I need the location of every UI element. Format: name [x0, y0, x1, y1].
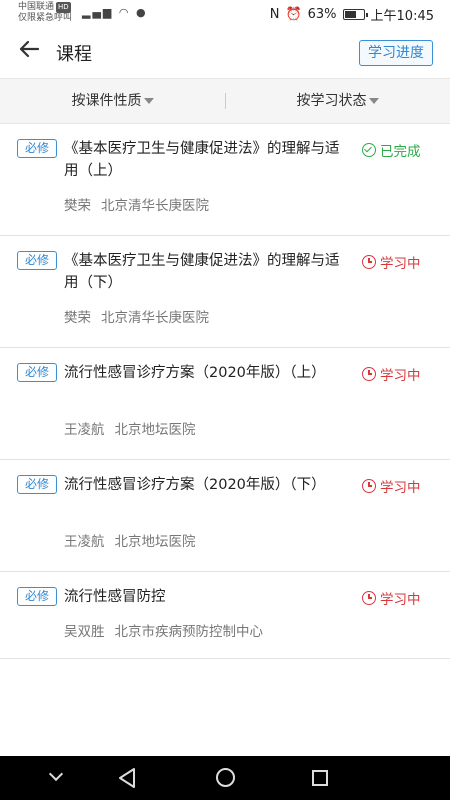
signal-icon: ▂▄▆ — [82, 6, 114, 19]
status-learning: 学习中 — [362, 476, 421, 496]
back-arrow-icon[interactable] — [14, 38, 44, 68]
status-learning: 学习中 — [362, 588, 421, 608]
course-item[interactable]: 必修 《基本医疗卫生与健康促进法》的理解与适用（上） 樊荣 北京清华长庚医院 已完… — [0, 124, 450, 236]
status-label: 学习中 — [380, 592, 421, 608]
filter-course-type-label: 按课件性质 — [71, 93, 142, 109]
required-badge: 必修 — [17, 475, 57, 494]
nav-home-icon[interactable] — [195, 756, 255, 800]
battery-icon — [342, 9, 368, 20]
hospital-name: 北京清华长庚医院 — [101, 198, 209, 214]
course-title: 《基本医疗卫生与健康促进法》的理解与适用（上） — [64, 141, 340, 179]
course-meta: 王凌航 北京地坛医院 — [64, 530, 196, 550]
course-title: 《基本医疗卫生与健康促进法》的理解与适用（下） — [64, 253, 340, 291]
hospital-name: 北京地坛医院 — [114, 534, 196, 550]
hospital-name: 北京清华长庚医院 — [101, 310, 209, 326]
nav-back-icon[interactable] — [97, 756, 157, 800]
course-item[interactable]: 必修 流行性感冒防控 吴双胜 北京市疾病预防控制中心 学习中 — [0, 572, 450, 659]
check-circle-icon — [362, 143, 376, 157]
clock-time: 上午10:45 — [370, 9, 434, 24]
nav-recent-apps-icon[interactable] — [290, 756, 350, 800]
hospital-name: 北京市疾病预防控制中心 — [114, 624, 264, 640]
course-title: 流行性感冒防控 — [64, 589, 166, 605]
filter-study-status-label: 按学习状态 — [296, 93, 367, 109]
required-badge: 必修 — [17, 587, 57, 606]
status-label: 学习中 — [380, 368, 421, 384]
course-meta: 樊荣 北京清华长庚医院 — [64, 194, 209, 214]
hd-badge: HD — [56, 2, 71, 13]
clock-icon — [362, 479, 376, 493]
hospital-name: 北京地坛医院 — [114, 422, 196, 438]
study-progress-button[interactable]: 学习进度 — [359, 40, 433, 66]
signal-icons: ▂▄▆ ◠ ● — [82, 6, 148, 19]
emergency-text: 仅限紧急呼叫 — [18, 13, 73, 23]
status-learning: 学习中 — [362, 364, 421, 384]
lecturer-name: 樊荣 — [64, 310, 91, 326]
status-completed: 已完成 — [362, 140, 421, 160]
course-list: 必修 《基本医疗卫生与健康促进法》的理解与适用（上） 樊荣 北京清华长庚医院 已完… — [0, 124, 450, 659]
course-meta: 王凌航 北京地坛医院 — [64, 418, 196, 438]
chevron-down-icon[interactable] — [26, 756, 86, 800]
caret-down-icon — [143, 98, 154, 104]
carrier-name: 中国联通 — [18, 2, 55, 12]
page-title: 课程 — [56, 44, 92, 65]
course-meta: 樊荣 北京清华长庚医院 — [64, 306, 209, 326]
required-badge: 必修 — [17, 251, 57, 270]
wifi-icon: ◠ — [118, 6, 131, 19]
status-label: 学习中 — [380, 256, 421, 272]
clock-icon — [362, 591, 376, 605]
lecturer-name: 王凌航 — [64, 422, 105, 438]
filter-course-type[interactable]: 按课件性质 — [0, 79, 225, 123]
lecturer-name: 吴双胜 — [64, 624, 105, 640]
status-learning: 学习中 — [362, 252, 421, 272]
caret-down-icon — [368, 98, 379, 104]
lecturer-name: 王凌航 — [64, 534, 105, 550]
filter-bar: 按课件性质 按学习状态 — [0, 78, 450, 124]
course-meta: 吴双胜 北京市疾病预防控制中心 — [64, 620, 263, 640]
filter-study-status[interactable]: 按学习状态 — [225, 79, 450, 123]
app-header: 课程 学习进度 — [0, 28, 450, 78]
status-bar: 中国联通 HD 仅限紧急呼叫 ▂▄▆ ◠ ● N ⏰ 63% 上午10:45 — [0, 0, 450, 28]
required-badge: 必修 — [17, 139, 57, 158]
alarm-icon: ⏰ — [285, 7, 302, 22]
status-label: 学习中 — [380, 480, 421, 496]
nfc-icon: N — [269, 7, 280, 22]
clock-icon — [362, 255, 376, 269]
message-icon: ● — [136, 6, 148, 19]
status-right: N ⏰ 63% 上午10:45 — [270, 5, 434, 24]
course-title: 流行性感冒诊疗方案（2020年版）（下） — [64, 477, 326, 493]
course-title: 流行性感冒诊疗方案（2020年版）（上） — [64, 365, 326, 381]
status-label: 已完成 — [380, 144, 421, 160]
course-item[interactable]: 必修 流行性感冒诊疗方案（2020年版）（上） 王凌航 北京地坛医院 学习中 — [0, 348, 450, 460]
clock-icon — [362, 367, 376, 381]
lecturer-name: 樊荣 — [64, 198, 91, 214]
system-nav-bar — [0, 756, 450, 800]
battery-percent: 63% — [307, 7, 337, 22]
required-badge: 必修 — [17, 363, 57, 382]
course-item[interactable]: 必修 流行性感冒诊疗方案（2020年版）（下） 王凌航 北京地坛医院 学习中 — [0, 460, 450, 572]
course-item[interactable]: 必修 《基本医疗卫生与健康促进法》的理解与适用（下） 樊荣 北京清华长庚医院 学习… — [0, 236, 450, 348]
carrier-info: 中国联通 HD 仅限紧急呼叫 — [18, 2, 72, 24]
